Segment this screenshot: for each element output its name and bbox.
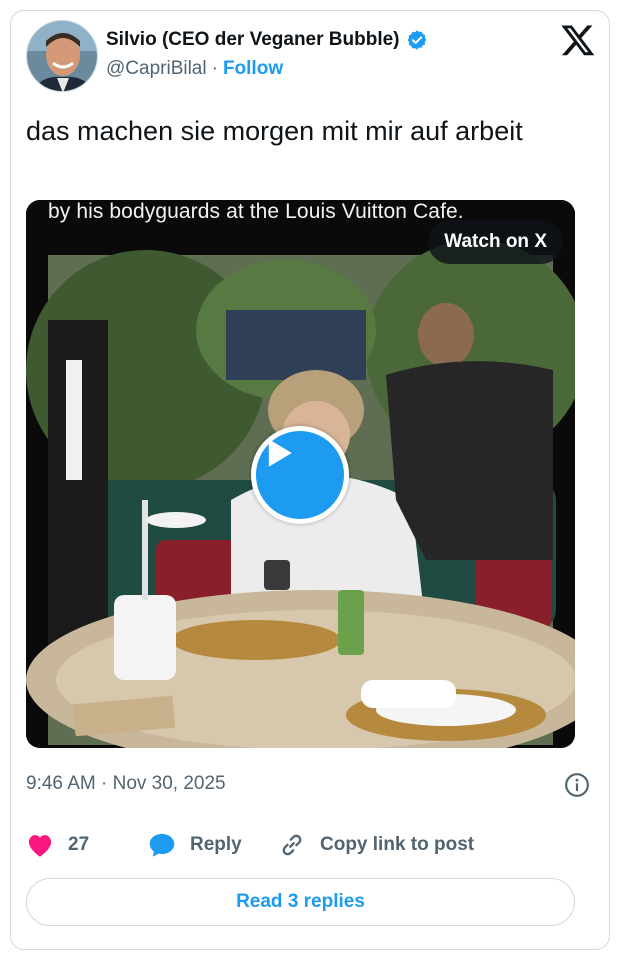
play-icon bbox=[268, 439, 292, 467]
reply-label: Reply bbox=[190, 834, 242, 855]
video-caption: by his bodyguards at the Louis Vuitton C… bbox=[48, 200, 464, 223]
link-icon bbox=[282, 834, 302, 856]
play-button[interactable] bbox=[251, 426, 349, 524]
author-name-row: Silvio (CEO der Veganer Bubble) bbox=[106, 26, 428, 54]
reply-button[interactable]: Reply bbox=[148, 832, 278, 858]
follow-button[interactable]: Follow bbox=[223, 58, 283, 80]
separator-dot: · bbox=[211, 58, 218, 79]
like-button[interactable]: 27 bbox=[26, 832, 148, 858]
verified-badge-icon bbox=[406, 29, 428, 51]
like-count: 27 bbox=[68, 834, 90, 855]
tweet-actions: 27 Reply Copy link to post bbox=[26, 828, 474, 862]
avatar[interactable] bbox=[26, 20, 98, 92]
author-handle-row: @CapriBilal · Follow bbox=[106, 58, 283, 80]
tweet-text: das machen sie morgen mit mir auf arbeit bbox=[26, 116, 523, 146]
copy-link-button[interactable]: Copy link to post bbox=[278, 831, 474, 859]
heart-icon bbox=[28, 835, 52, 857]
tweet-timestamp[interactable]: 9:46 AM · Nov 30, 2025 bbox=[26, 773, 226, 795]
watch-on-x-button[interactable]: Watch on X bbox=[428, 220, 563, 264]
reply-bubble-icon bbox=[149, 833, 175, 857]
author-handle[interactable]: @CapriBilal bbox=[106, 58, 207, 80]
video-media[interactable]: by his bodyguards at the Louis Vuitton C… bbox=[26, 200, 575, 748]
copy-link-label: Copy link to post bbox=[320, 834, 475, 855]
x-logo-icon[interactable] bbox=[560, 22, 596, 58]
read-replies-button[interactable]: Read 3 replies bbox=[26, 878, 575, 926]
info-icon[interactable] bbox=[564, 772, 590, 798]
author-display-name[interactable]: Silvio (CEO der Veganer Bubble) bbox=[106, 29, 400, 51]
